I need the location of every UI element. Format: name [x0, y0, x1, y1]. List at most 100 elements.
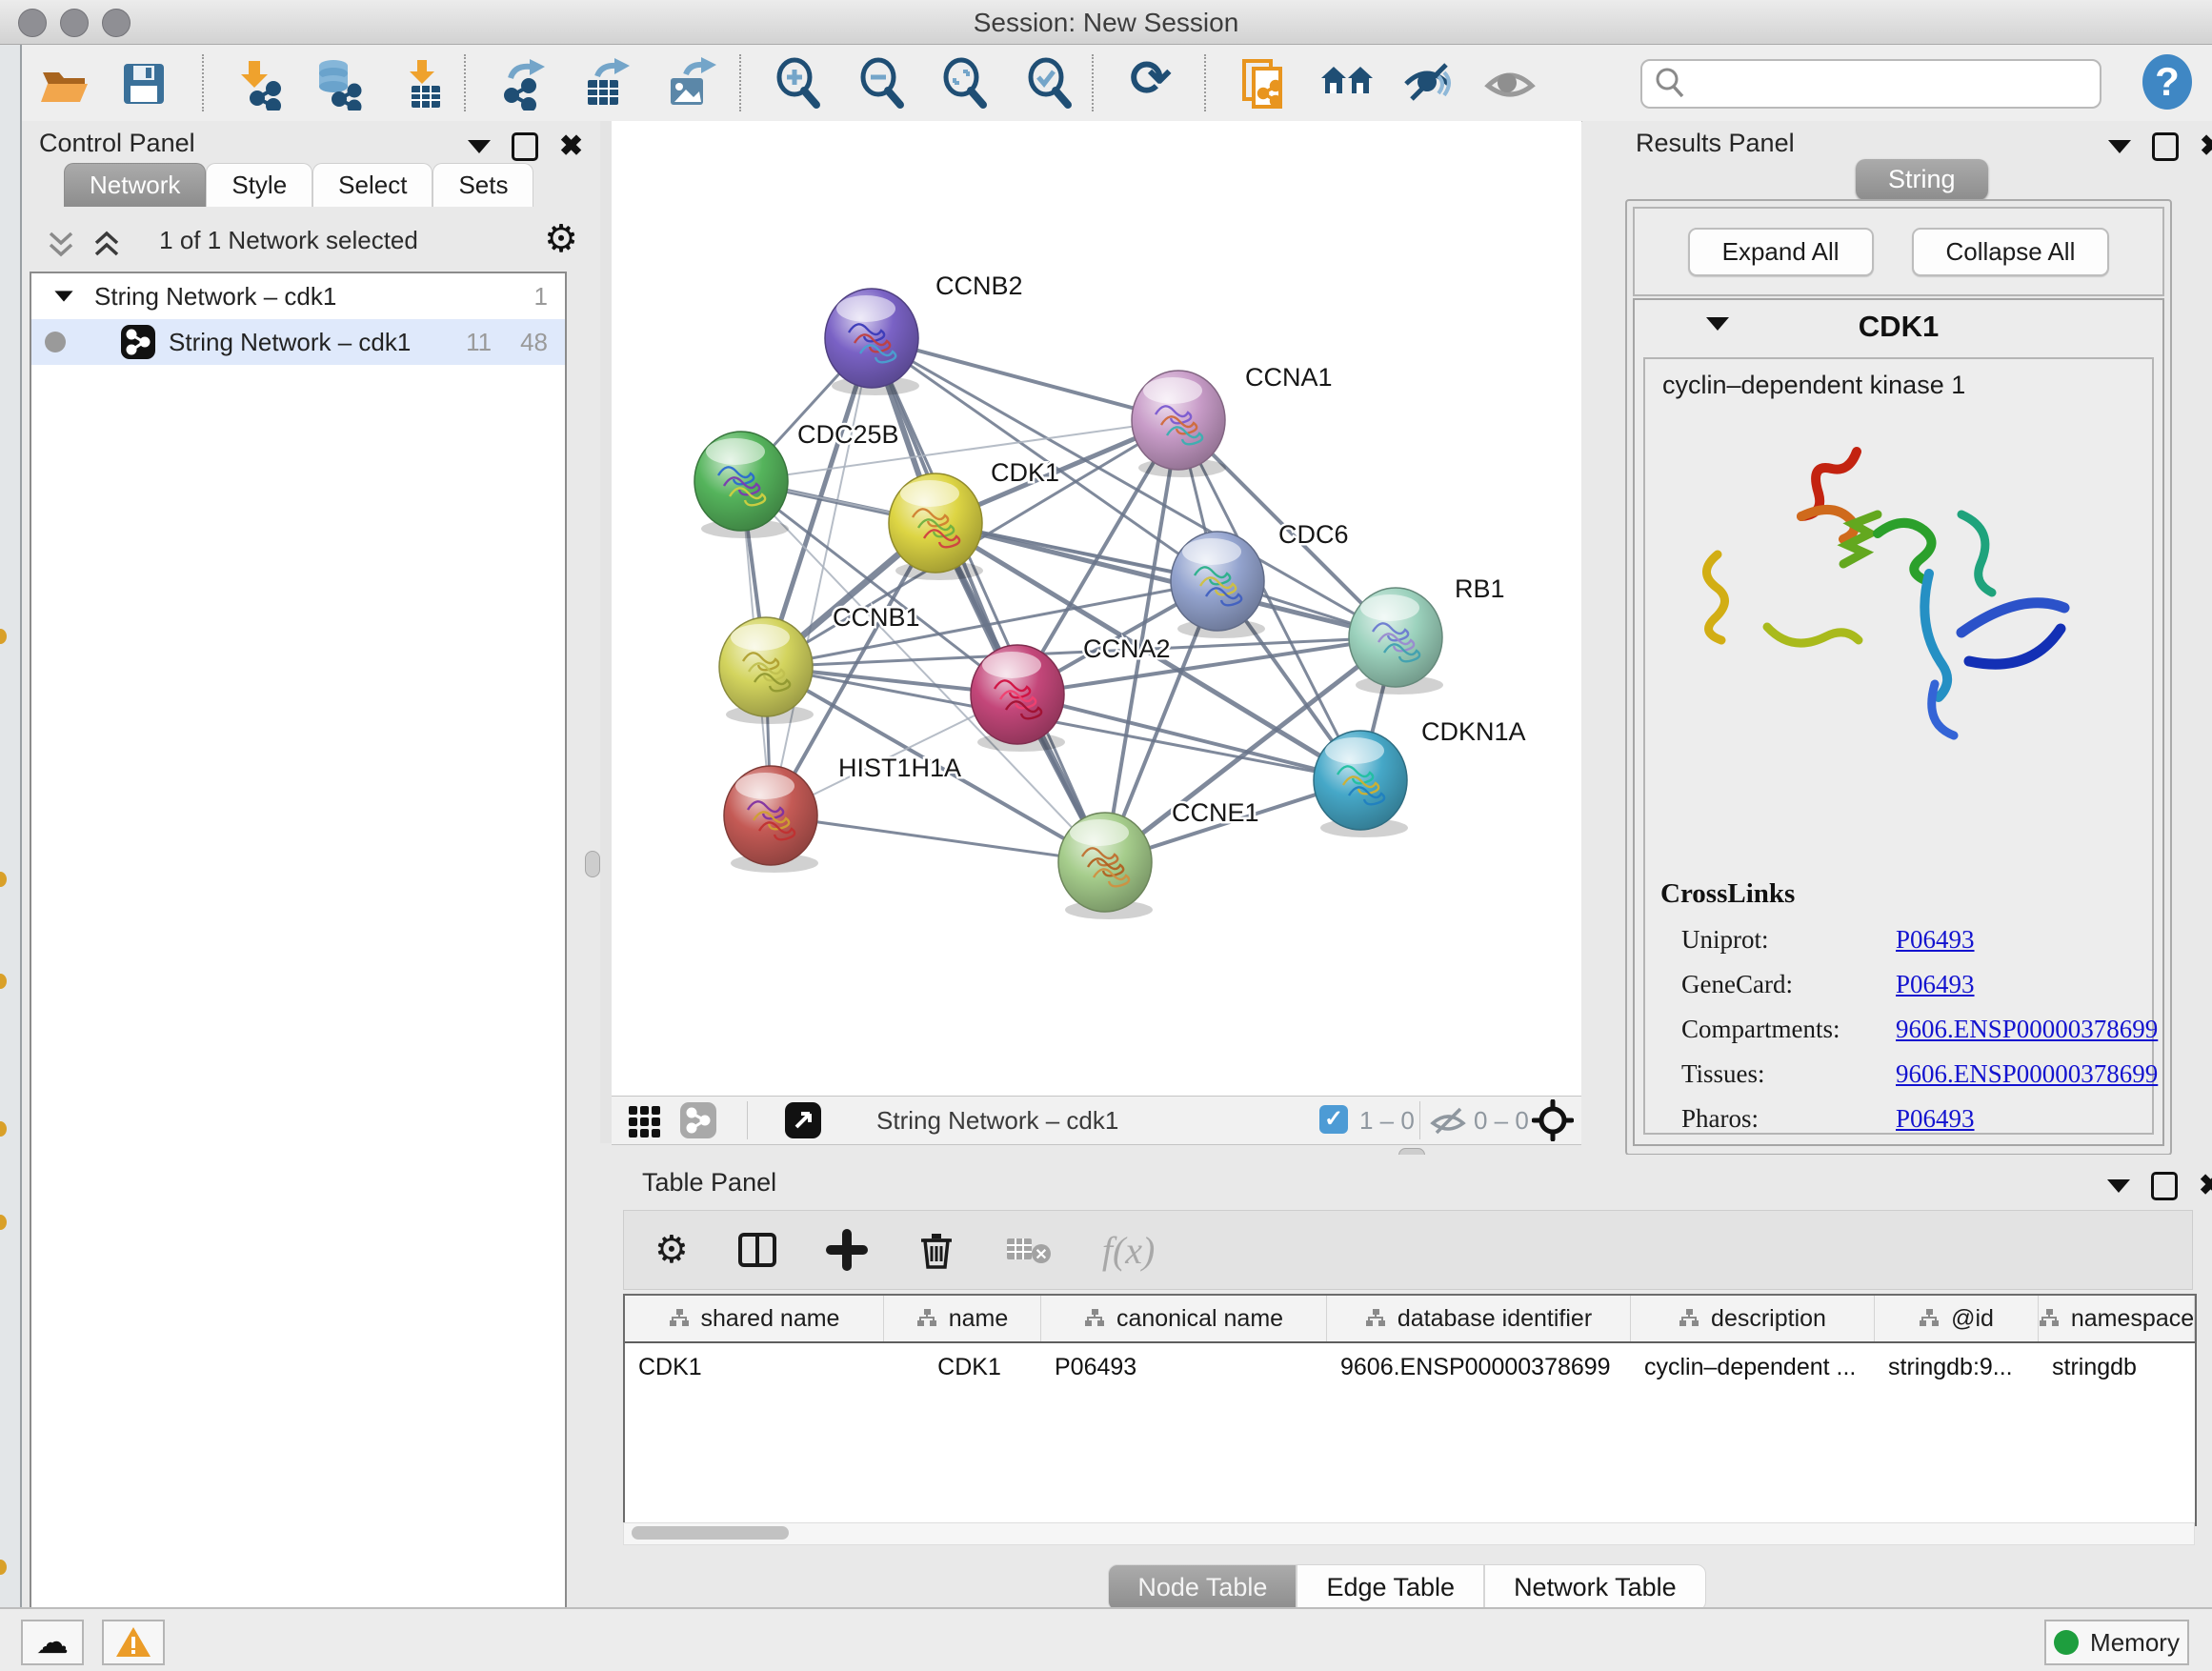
tab-network[interactable]: Network [64, 163, 206, 207]
column-header-shared-name[interactable]: shared name [625, 1296, 884, 1341]
protein-node-ccna1[interactable]: CCNA1 [1132, 363, 1333, 477]
panel-float-icon[interactable] [512, 132, 538, 161]
network-edge[interactable] [771, 338, 872, 815]
open-session-icon[interactable] [38, 57, 91, 111]
zoom-in-icon[interactable] [773, 57, 826, 111]
export-network-icon[interactable] [497, 57, 551, 111]
table-cell[interactable]: CDK1 [625, 1343, 884, 1391]
selected-checkbox-icon[interactable]: ✓ [1319, 1105, 1348, 1134]
tab-style[interactable]: Style [206, 163, 312, 207]
gene-entry-header[interactable]: CDK1 [1635, 300, 2162, 353]
collection-expand-icon[interactable] [54, 291, 72, 301]
first-neighbors-icon[interactable] [1237, 57, 1290, 111]
panel-menu-icon[interactable] [468, 140, 491, 153]
column-header-database-identifier[interactable]: database identifier [1327, 1296, 1631, 1341]
collapse-all-button[interactable]: Collapse All [1912, 228, 2110, 276]
search-input[interactable] [1694, 65, 2088, 101]
add-column-icon[interactable] [826, 1229, 868, 1271]
table-cell[interactable]: 9606.ENSP00000378699 [1327, 1343, 1631, 1391]
node-attribute-table[interactable]: shared namenamecanonical namedatabase id… [623, 1294, 2197, 1526]
tab-network-table[interactable]: Network Table [1484, 1564, 1706, 1611]
show-hidden-eye-icon[interactable] [1484, 57, 1538, 111]
panel-float-icon[interactable] [2151, 1172, 2178, 1200]
zoom-out-icon[interactable] [856, 57, 910, 111]
panel-close-icon[interactable]: ✖ [2200, 135, 2212, 158]
table-cell[interactable]: stringdb [2039, 1343, 2195, 1391]
protein-node-cdc25b[interactable]: CDC25B [694, 420, 899, 538]
hidden-eye-slash-icon [1429, 1104, 1469, 1138]
crosslinks-title: CrossLinks [1660, 878, 2158, 910]
crosslink-link[interactable]: P06493 [1896, 925, 1975, 955]
splitter-knob[interactable] [585, 851, 600, 877]
protein-node-ccne1[interactable]: CCNE1 [1058, 798, 1259, 919]
crosslink-link[interactable]: 9606.ENSP00000378699 [1896, 1059, 2158, 1089]
zoom-selected-icon[interactable] [1024, 57, 1077, 111]
tab-select[interactable]: Select [312, 163, 432, 207]
panel-menu-icon[interactable] [2107, 1179, 2130, 1193]
network-share-icon[interactable] [680, 1102, 716, 1138]
memory-button[interactable]: Memory [2044, 1620, 2189, 1665]
pan-crosshair-icon[interactable] [1532, 1099, 1574, 1141]
network-view-canvas[interactable]: CCNB2CCNA1CDC25BCDK1CDC6RB1CCNB1CCNA2CDK… [612, 121, 1581, 1096]
show-all-houses-icon[interactable] [1320, 57, 1374, 111]
expand-all-button[interactable]: Expand All [1688, 228, 1874, 276]
help-icon[interactable]: ? [2140, 53, 2193, 107]
hide-selected-eye-icon[interactable] [1402, 57, 1456, 111]
network-collection-row[interactable]: String Network – cdk1 1 [31, 273, 565, 319]
crosslink-link[interactable]: 9606.ENSP00000378699 [1896, 1015, 2158, 1044]
protein-node-cdkn1a[interactable]: CDKN1A [1314, 717, 1526, 837]
protein-node-rb1[interactable]: RB1 [1349, 574, 1505, 695]
tab-node-table[interactable]: Node Table [1108, 1564, 1297, 1611]
column-header-name[interactable]: name [884, 1296, 1041, 1341]
save-session-icon[interactable] [117, 57, 171, 111]
function-builder-icon[interactable]: f(x) [1102, 1228, 1156, 1273]
table-horizontal-scrollbar[interactable] [623, 1522, 2195, 1545]
warnings-button[interactable] [102, 1620, 165, 1665]
table-cell[interactable]: P06493 [1041, 1343, 1327, 1391]
export-table-icon[interactable] [578, 57, 632, 111]
table-cell[interactable]: stringdb:9... [1875, 1343, 2039, 1391]
protein-node-cdk1[interactable]: CDK1 [889, 458, 1059, 580]
import-network-file-icon[interactable] [231, 57, 285, 111]
table-cell[interactable]: cyclin–dependent ... [1631, 1343, 1875, 1391]
panel-close-icon[interactable]: ✖ [559, 135, 583, 158]
import-table-icon[interactable] [398, 57, 452, 111]
scrollbar-thumb[interactable] [632, 1526, 789, 1540]
crosslink-link[interactable]: P06493 [1896, 970, 1975, 999]
tab-edge-table[interactable]: Edge Table [1297, 1564, 1484, 1611]
panel-menu-icon[interactable] [2108, 140, 2131, 153]
results-panel: Results Panel ✖ String Expand All Collap… [1582, 121, 2212, 1155]
string-network-graph[interactable]: CCNB2CCNA1CDC25BCDK1CDC6RB1CCNB1CCNA2CDK… [612, 121, 1581, 1096]
search-box[interactable] [1640, 59, 2101, 109]
network-options-gear-icon[interactable]: ⚙ [544, 220, 578, 258]
panel-close-icon[interactable]: ✖ [2199, 1175, 2212, 1198]
cloud-status-button[interactable]: ☁ [21, 1620, 84, 1665]
column-header--id[interactable]: @id [1875, 1296, 2039, 1341]
import-network-database-icon[interactable] [311, 57, 364, 111]
zoom-fit-icon[interactable] [939, 57, 993, 111]
tab-sets[interactable]: Sets [432, 163, 533, 207]
grid-view-icon[interactable] [629, 1106, 660, 1137]
delete-column-icon[interactable] [915, 1229, 957, 1271]
delete-table-icon[interactable]: ✕ [1005, 1231, 1055, 1269]
table-cell[interactable]: CDK1 [884, 1343, 1041, 1391]
column-header-canonical-name[interactable]: canonical name [1041, 1296, 1327, 1341]
column-header-description[interactable]: description [1631, 1296, 1875, 1341]
birdseye-toggle-icon[interactable] [785, 1102, 821, 1138]
network-edge[interactable] [771, 815, 1105, 862]
export-image-icon[interactable] [663, 57, 716, 111]
protein-node-ccnb2[interactable]: CCNB2 [825, 272, 1023, 395]
protein-node-hist1h1a[interactable]: HIST1H1A [724, 754, 961, 873]
control-panel-title: Control Panel [39, 129, 195, 158]
crosslink-link[interactable]: P06493 [1896, 1104, 1975, 1134]
column-header-namespace[interactable]: namespace [2039, 1296, 2195, 1341]
show-columns-icon[interactable] [736, 1229, 778, 1271]
results-tab-string[interactable]: String [1856, 159, 1988, 200]
refresh-icon[interactable]: ⟳ [1130, 50, 1183, 104]
table-options-gear-icon[interactable]: ⚙ [654, 1229, 689, 1271]
table-row[interactable]: CDK1CDK1P064939606.ENSP00000378699cyclin… [625, 1343, 2195, 1391]
network-row-selected[interactable]: String Network – cdk1 11 48 [31, 319, 565, 365]
panel-float-icon[interactable] [2152, 132, 2179, 161]
column-type-icon [1365, 1308, 1386, 1329]
network-edge[interactable] [872, 338, 1105, 862]
